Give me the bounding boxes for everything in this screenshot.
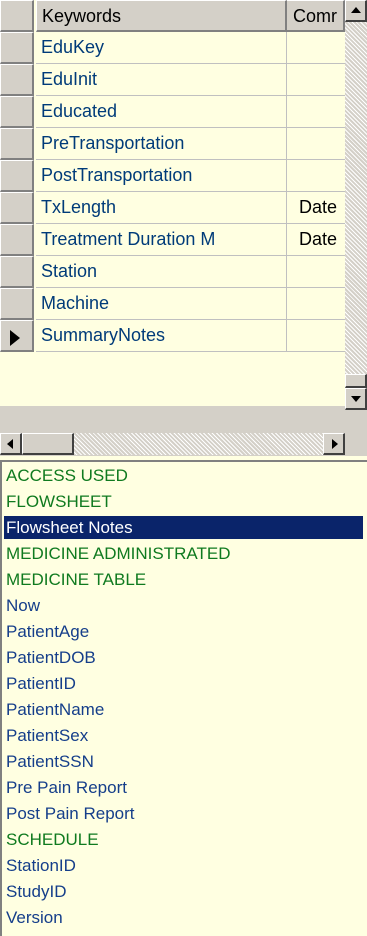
keywords-grid[interactable]: Keywords Comr EduKey EduInit Educated PreTr… [0, 0, 367, 456]
horizontal-scroll-thumb[interactable] [22, 433, 74, 455]
list-item[interactable]: Post Pain Report [6, 802, 135, 825]
grid-header-row: Keywords Comr [0, 0, 345, 32]
current-row-arrow-icon [10, 330, 20, 346]
list-item[interactable]: Version [6, 906, 63, 929]
table-row[interactable]: Machine [0, 288, 345, 320]
comment-cell[interactable]: Date [287, 224, 345, 256]
row-selector[interactable] [0, 128, 34, 160]
table-row[interactable]: Treatment Duration M Date [0, 224, 345, 256]
column-header-keywords[interactable]: Keywords [36, 0, 287, 32]
comment-cell[interactable]: Date [287, 192, 345, 224]
list-item[interactable]: PatientSex [6, 724, 88, 747]
comment-cell[interactable] [287, 64, 345, 96]
list-item[interactable]: ACCESS USED [6, 464, 128, 487]
table-row[interactable]: PostTransportation [0, 160, 345, 192]
comment-cell[interactable] [287, 288, 345, 320]
table-row[interactable]: SummaryNotes [0, 320, 345, 352]
list-item[interactable]: MEDICINE TABLE [6, 568, 146, 591]
keyword-cell[interactable]: EduInit [36, 64, 287, 96]
table-row[interactable]: PreTransportation [0, 128, 345, 160]
list-item[interactable]: StationID [6, 854, 76, 877]
scrollbar-corner [345, 433, 367, 456]
arrow-left-icon [7, 439, 13, 449]
comment-cell[interactable] [287, 256, 345, 288]
list-item[interactable]: FLOWSHEET [6, 490, 112, 513]
list-item[interactable]: PatientName [6, 698, 104, 721]
keyword-cell[interactable]: TxLength [36, 192, 287, 224]
keyword-cell[interactable]: PreTransportation [36, 128, 287, 160]
header-corner-cell[interactable] [0, 0, 34, 32]
comment-cell[interactable] [287, 96, 345, 128]
list-item[interactable]: StudyID [6, 880, 66, 903]
list-item[interactable]: Now [6, 594, 40, 617]
row-selector[interactable] [0, 224, 34, 256]
keyword-cell[interactable]: Educated [36, 96, 287, 128]
table-row[interactable]: Educated [0, 96, 345, 128]
vertical-scrollbar[interactable] [345, 0, 367, 406]
scroll-down-button[interactable] [345, 388, 367, 410]
row-selector[interactable] [0, 256, 34, 288]
list-item[interactable]: PatientID [6, 672, 76, 695]
keyword-cell[interactable]: SummaryNotes [36, 320, 287, 352]
row-selector[interactable] [0, 64, 34, 96]
column-header-comment[interactable]: Comr [287, 0, 345, 32]
field-list[interactable]: ACCESS USED FLOWSHEET Flowsheet Notes MEDIC… [0, 460, 367, 936]
arrow-right-icon [332, 439, 338, 449]
comment-cell[interactable] [287, 128, 345, 160]
keyword-cell[interactable]: Treatment Duration M [36, 224, 287, 256]
grid-body[interactable]: Keywords Comr EduKey EduInit Educated PreTr… [0, 0, 345, 406]
row-selector[interactable] [0, 192, 34, 224]
scroll-right-button[interactable] [323, 433, 345, 455]
row-selector[interactable] [0, 320, 34, 352]
list-item[interactable]: SCHEDULE [6, 828, 99, 851]
list-item[interactable]: PatientSSN [6, 750, 94, 773]
keyword-cell[interactable]: EduKey [36, 32, 287, 64]
row-selector[interactable] [0, 160, 34, 192]
vertical-scroll-thumb[interactable] [345, 374, 367, 388]
table-row[interactable]: Station [0, 256, 345, 288]
keyword-cell[interactable]: Machine [36, 288, 287, 320]
keyword-cell[interactable]: Station [36, 256, 287, 288]
scroll-up-button[interactable] [345, 0, 367, 22]
list-item[interactable]: MEDICINE ADMINISTRATED [6, 542, 230, 565]
list-item[interactable]: Pre Pain Report [6, 776, 127, 799]
list-item[interactable]: PatientAge [6, 620, 89, 643]
arrow-down-icon [351, 396, 361, 402]
row-selector[interactable] [0, 32, 34, 64]
comment-cell[interactable] [287, 32, 345, 64]
table-row[interactable]: EduInit [0, 64, 345, 96]
list-item[interactable]: Flowsheet Notes [4, 516, 363, 539]
table-row[interactable]: TxLength Date [0, 192, 345, 224]
table-row[interactable]: EduKey [0, 32, 345, 64]
list-item[interactable]: PatientDOB [6, 646, 96, 669]
keyword-cell[interactable]: PostTransportation [36, 160, 287, 192]
comment-cell[interactable] [287, 160, 345, 192]
scroll-left-button[interactable] [0, 433, 22, 455]
comment-cell[interactable] [287, 320, 345, 352]
row-selector[interactable] [0, 96, 34, 128]
arrow-up-icon [351, 7, 361, 13]
row-selector[interactable] [0, 288, 34, 320]
